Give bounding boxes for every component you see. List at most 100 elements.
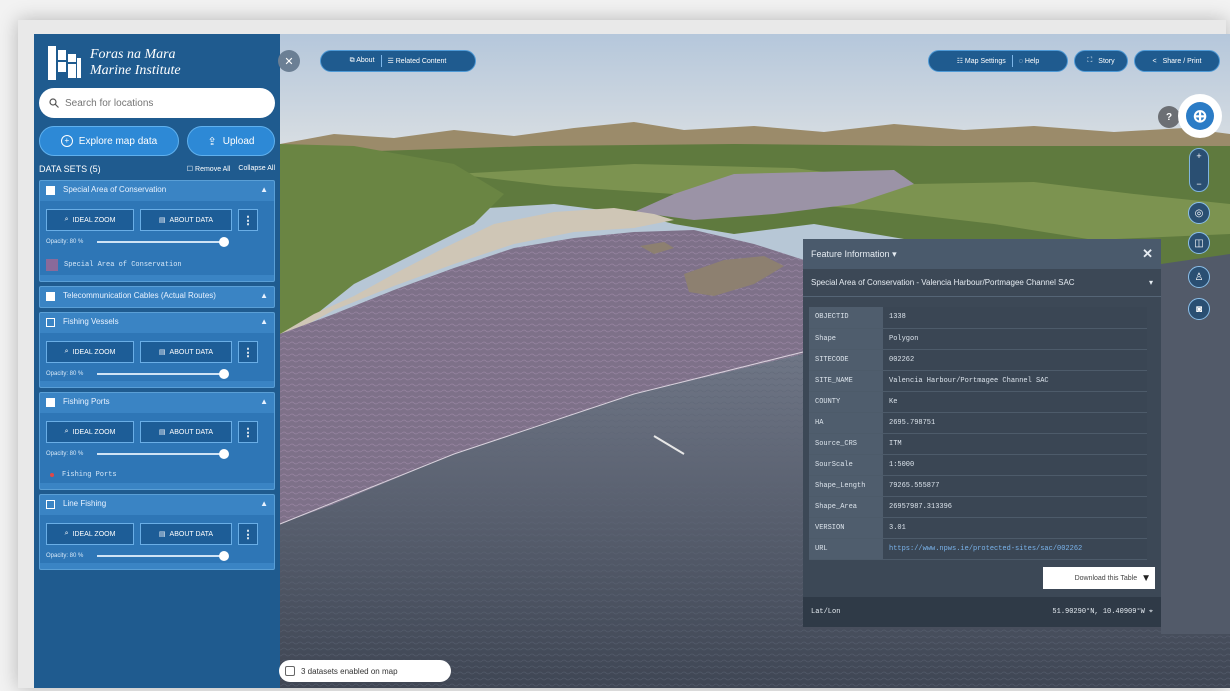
download-table-button[interactable]: Download this Table ▼ — [1043, 567, 1155, 589]
search-box[interactable] — [39, 88, 275, 118]
about-data-button[interactable]: ▤ ABOUT DATA — [140, 209, 232, 231]
zoom-in-button[interactable]: + — [1196, 151, 1201, 161]
feature-selector[interactable]: Special Area of Conservation - Valencia … — [803, 269, 1161, 297]
opacity-slider[interactable] — [97, 369, 230, 379]
ideal-zoom-button[interactable]: ⌕ IDEAL ZOOM — [46, 523, 134, 545]
help-button[interactable]: ◌ Help — [1019, 58, 1040, 65]
caret-up-icon[interactable]: ▲ — [260, 397, 268, 407]
slider-knob[interactable] — [219, 449, 230, 459]
locate-button[interactable]: ◎ — [1188, 202, 1210, 224]
dataset-title-row[interactable]: Line Fishing ▲ — [46, 499, 268, 509]
dataset-title-row[interactable]: Telecommunication Cables (Actual Routes)… — [46, 291, 268, 301]
opacity-slider[interactable] — [97, 449, 230, 459]
caret-up-icon[interactable]: ▲ — [260, 317, 268, 327]
attribute-row: SourScale 1:5000 — [809, 454, 1147, 476]
datasets-enabled-chip[interactable]: 3 datasets enabled on map — [279, 660, 451, 682]
dataset-checkbox[interactable] — [46, 398, 55, 407]
collapse-all-link[interactable]: Collapse All — [238, 165, 275, 173]
attribute-row: URL https://www.npws.ie/protected-sites/s… — [809, 538, 1147, 560]
map-settings-button[interactable]: ☷ Map Settings — [957, 57, 1006, 65]
dataset-title-row[interactable]: Special Area of Conservation ▲ — [46, 185, 268, 195]
opacity-label: Opacity: 80 % — [46, 451, 84, 457]
pin-icon[interactable]: ⌖ — [1149, 608, 1153, 616]
story-button[interactable]: ⛶ Story — [1074, 50, 1128, 72]
more-options-button[interactable]: ⋮ — [238, 421, 258, 443]
about-button[interactable]: ⧉ About — [350, 57, 375, 65]
legend-item: Special Area of Conservation — [46, 259, 268, 271]
dataset-card-fishing-ports: Fishing Ports ▲ ⌕ IDEAL ZOOM ▤ ABOUT DATA … — [39, 392, 275, 490]
caret-up-icon[interactable]: ▲ — [260, 291, 268, 301]
attribute-key: SITE_NAME — [809, 370, 883, 392]
primary-actions: + Explore map data ⇪ Upload — [39, 126, 275, 156]
attribute-key: SourScale — [809, 454, 883, 476]
feature-panel-title[interactable]: Feature Information ▾ — [811, 249, 897, 260]
ideal-zoom-button[interactable]: ⌕ IDEAL ZOOM — [46, 421, 134, 443]
locate-icon: ◎ — [1194, 207, 1204, 219]
ideal-zoom-button[interactable]: ⌕ IDEAL ZOOM — [46, 209, 134, 231]
attribute-key: VERSION — [809, 517, 883, 539]
about-data-button[interactable]: ▤ ABOUT DATA — [140, 421, 232, 443]
attribute-value[interactable]: https://www.npws.ie/protected-sites/sac/… — [883, 538, 1147, 560]
dataset-checkbox[interactable] — [46, 186, 55, 195]
zoom-out-button[interactable]: − — [1196, 179, 1201, 189]
map-help-button[interactable]: ? — [1158, 106, 1180, 128]
dataset-title-row[interactable]: Fishing Ports ▲ — [46, 397, 268, 407]
slider-knob[interactable] — [219, 369, 230, 379]
vr-icon: ◙ — [1195, 303, 1203, 315]
about-data-button[interactable]: ▤ ABOUT DATA — [140, 341, 232, 363]
ideal-zoom-label: IDEAL ZOOM — [72, 348, 116, 356]
logo-text: Foras na Mara Marine Institute — [90, 47, 181, 79]
download-label: Download this Table — [1074, 574, 1138, 582]
dataset-checkbox[interactable] — [46, 500, 55, 509]
opacity-slider[interactable] — [97, 551, 230, 561]
pedestrian-mode-button[interactable]: ♙ — [1188, 266, 1210, 288]
sidebar: Foras na Mara Marine Institute + Explore… — [34, 34, 280, 688]
explore-icon: + — [60, 135, 73, 147]
attribute-row: COUNTY Ke — [809, 391, 1147, 413]
close-icon[interactable]: ✕ — [1142, 246, 1153, 262]
explore-map-data-button[interactable]: + Explore map data — [39, 126, 179, 156]
related-content-button[interactable]: ☰ Related Content — [388, 57, 447, 65]
dataset-title: Line Fishing — [63, 499, 107, 508]
caret-up-icon[interactable]: ▲ — [260, 185, 268, 195]
more-options-button[interactable]: ⋮ — [238, 209, 258, 231]
ideal-zoom-label: IDEAL ZOOM — [72, 428, 116, 436]
upload-button[interactable]: ⇪ Upload — [187, 126, 275, 156]
about-data-button[interactable]: ▤ ABOUT DATA — [140, 523, 232, 545]
upload-icon: ⇪ — [207, 135, 217, 148]
dataset-checkbox[interactable] — [46, 292, 55, 301]
lat-lon-label: Lat/Lon — [811, 608, 841, 616]
attribute-key: Source_CRS — [809, 433, 883, 455]
dataset-title-row[interactable]: Fishing Vessels ▲ — [46, 317, 268, 327]
dataset-checkbox[interactable] — [46, 318, 55, 327]
split-view-button[interactable]: ◫ — [1188, 232, 1210, 254]
attribute-key: Shape_Length — [809, 475, 883, 497]
layers-icon — [285, 666, 295, 676]
dataset-card-special-area-of-conservation: Special Area of Conservation ▲ ⌕ IDEAL ZO… — [39, 180, 275, 282]
person-icon: ♙ — [1194, 271, 1204, 283]
attribute-key: OBJECTID — [809, 307, 883, 329]
compass-control[interactable]: ⊕ — [1178, 94, 1222, 138]
slider-knob[interactable] — [219, 551, 230, 561]
remove-all-link[interactable]: ☐ Remove All — [187, 165, 231, 173]
related-label: Related Content — [395, 58, 447, 65]
attribute-value: 2695.798751 — [883, 412, 1147, 434]
attribute-row: Shape Polygon — [809, 328, 1147, 350]
opacity-slider[interactable] — [97, 237, 230, 247]
more-options-button[interactable]: ⋮ — [238, 523, 258, 545]
zoom-icon: ⌕ — [64, 428, 69, 435]
close-sidebar-button[interactable]: ✕ — [278, 50, 300, 72]
lat-lon-value: 51.90290°N, 10.40909°W — [1052, 608, 1145, 616]
ideal-zoom-button[interactable]: ⌕ IDEAL ZOOM — [46, 341, 134, 363]
caret-up-icon[interactable]: ▲ — [260, 499, 268, 509]
more-options-button[interactable]: ⋮ — [238, 341, 258, 363]
slider-knob[interactable] — [219, 237, 230, 247]
story-icon: ⛶ — [1087, 57, 1093, 64]
share-print-button[interactable]: < Share / Print — [1134, 50, 1220, 72]
attribute-value: Polygon — [883, 328, 1147, 350]
story-label: Story — [1098, 57, 1115, 65]
help-icon: ◌ — [1018, 57, 1023, 65]
vr-view-button[interactable]: ◙ — [1188, 298, 1210, 320]
legend-item: Fishing Ports — [46, 471, 268, 479]
search-input[interactable] — [65, 97, 255, 109]
